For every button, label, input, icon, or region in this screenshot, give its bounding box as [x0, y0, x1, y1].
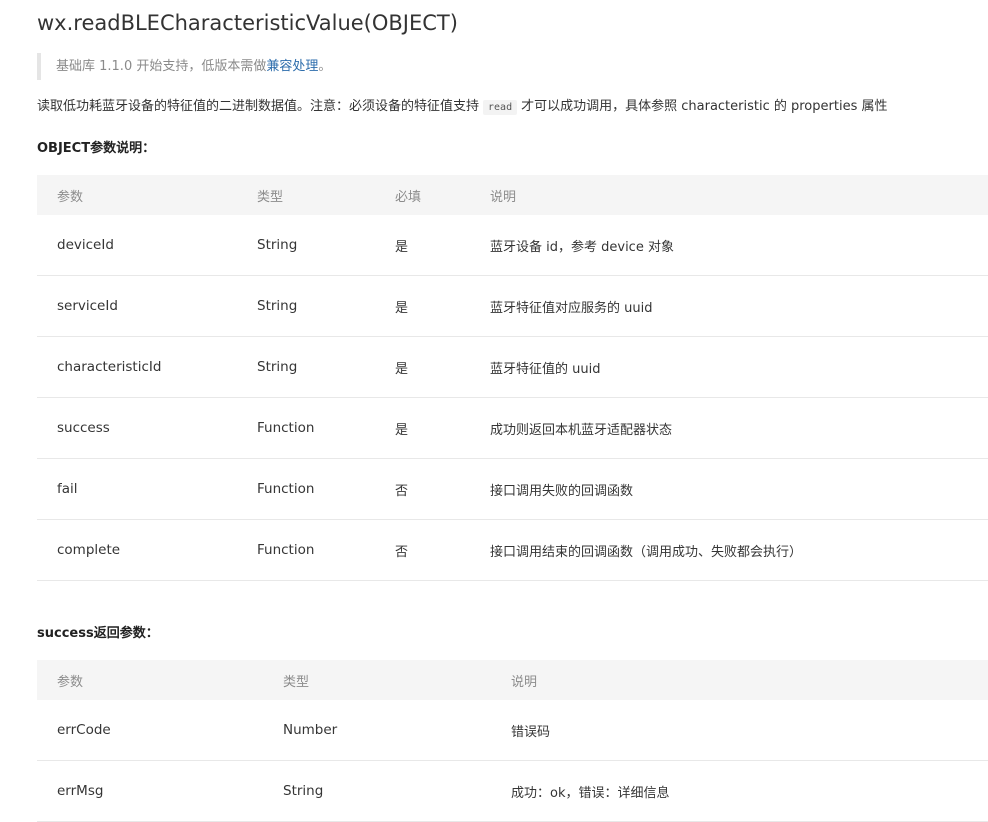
description-text-end: 才可以成功调用，具体参照 characteristic 的 properties…: [521, 99, 888, 114]
return-description: 成功：ok，错误：详细信息: [491, 760, 988, 822]
compat-link[interactable]: 兼容处理: [266, 59, 318, 74]
param-name: success: [37, 397, 237, 459]
inline-code: read: [483, 100, 518, 115]
param-required: 否: [375, 519, 470, 581]
return-name: errMsg: [37, 760, 263, 822]
table-row: errCode Number 错误码: [37, 700, 988, 761]
column-header: 说明: [511, 674, 538, 690]
param-name: complete: [37, 519, 237, 581]
param-name: deviceId: [37, 215, 237, 276]
success-params-heading: success返回参数：: [37, 626, 159, 641]
param-name: serviceId: [37, 275, 237, 337]
param-type: Function: [237, 397, 375, 459]
param-type: Function: [237, 458, 375, 520]
table-row: complete Function 否 接口调用结束的回调函数（调用成功、失败都…: [37, 519, 988, 581]
version-tip-suffix: 。: [318, 59, 332, 74]
param-type: String: [237, 275, 375, 337]
param-description: 蓝牙设备 id，参考 device 对象: [470, 215, 988, 276]
param-type: String: [237, 336, 375, 398]
param-type: Function: [237, 519, 375, 581]
return-name: errCode: [37, 700, 263, 761]
column-header: 必填: [395, 189, 422, 205]
table-row: serviceId String 是 蓝牙特征值对应服务的 uuid: [37, 275, 988, 337]
param-description: 蓝牙特征值对应服务的 uuid: [470, 275, 988, 337]
table-header-row: 参数 类型 必填 说明: [37, 175, 988, 215]
column-header: 参数: [57, 189, 84, 205]
param-required: 否: [375, 458, 470, 520]
param-name: fail: [37, 458, 237, 520]
table-row: characteristicId String 是 蓝牙特征值的 uuid: [37, 336, 988, 398]
version-tip-text: 基础库 1.1.0 开始支持，低版本需做: [56, 59, 267, 74]
param-required: 是: [375, 215, 470, 276]
column-header: 类型: [283, 674, 310, 690]
version-tip: 基础库 1.1.0 开始支持，低版本需做兼容处理。: [37, 53, 437, 80]
param-required: 是: [375, 397, 470, 459]
table-row: fail Function 否 接口调用失败的回调函数: [37, 458, 988, 520]
return-type: Number: [263, 700, 491, 761]
object-params-heading: OBJECT参数说明：: [37, 141, 156, 156]
api-description: 读取低功耗蓝牙设备的特征值的二进制数据值。注意：必须设备的特征值支持 read 才可…: [37, 96, 887, 119]
description-text: 读取低功耗蓝牙设备的特征值的二进制数据值。注意：必须设备的特征值支持: [37, 99, 480, 114]
column-header: 说明: [490, 189, 517, 205]
column-header: 类型: [257, 189, 284, 205]
param-required: 是: [375, 275, 470, 337]
table-row: success Function 是 成功则返回本机蓝牙适配器状态: [37, 397, 988, 459]
param-name: characteristicId: [37, 336, 237, 398]
table-header-row: 参数 类型 说明: [37, 660, 988, 700]
table-row: errMsg String 成功：ok，错误：详细信息: [37, 760, 988, 822]
param-required: 是: [375, 336, 470, 398]
success-params-table: 参数 类型 说明 errCode Number 错误码 errMsg Strin…: [37, 660, 988, 822]
param-description: 蓝牙特征值的 uuid: [470, 336, 988, 398]
param-type: String: [237, 215, 375, 276]
param-description: 成功则返回本机蓝牙适配器状态: [470, 397, 988, 459]
param-description: 接口调用失败的回调函数: [470, 458, 988, 520]
object-params-table: 参数 类型 必填 说明 deviceId String 是 蓝牙设备 id，参考…: [37, 175, 988, 581]
return-type: String: [263, 760, 491, 822]
column-header: 参数: [57, 674, 84, 690]
return-description: 错误码: [491, 700, 988, 761]
table-row: deviceId String 是 蓝牙设备 id，参考 device 对象: [37, 215, 988, 276]
param-description: 接口调用结束的回调函数（调用成功、失败都会执行）: [470, 519, 988, 581]
page-title: wx.readBLECharacteristicValue(OBJECT): [37, 11, 458, 35]
